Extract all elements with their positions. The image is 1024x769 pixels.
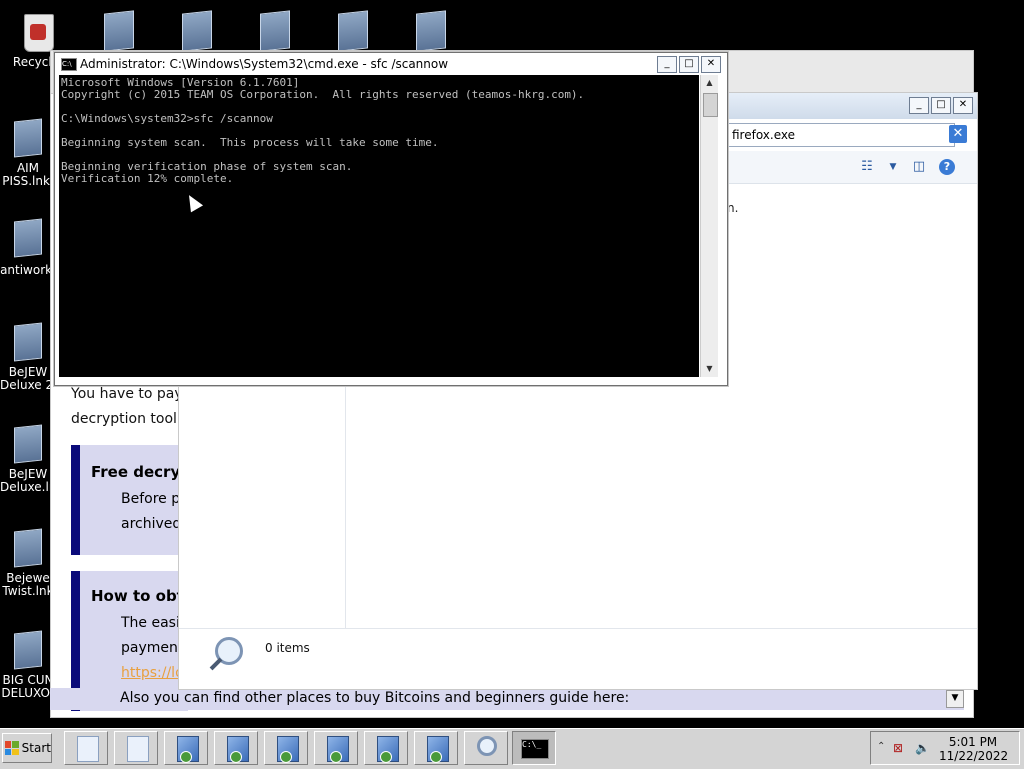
desktop-shortcut-icon[interactable] xyxy=(104,10,134,52)
console-output[interactable]: Microsoft Windows [Version 6.1.7601] Cop… xyxy=(59,75,699,377)
shortcut-icon xyxy=(14,630,42,670)
desktop-icon-aim[interactable]: AIM PISS.lnk. xyxy=(0,118,56,188)
system-tray: ⌃ ⊠ 🔈 5:01 PM 11/22/2022 xyxy=(870,731,1020,765)
desktop-icon-bejeweled-twist[interactable]: Bejewe Twist.lnk xyxy=(0,528,56,598)
search-input[interactable]: firefox.exe xyxy=(727,123,955,147)
installer-icon xyxy=(327,736,349,763)
scroll-down-arrow-icon[interactable]: ▼ xyxy=(701,361,718,377)
desktop-icon-big-cun-deluxo[interactable]: BIG CUN DELUXO( xyxy=(0,630,56,700)
info-block-free-decryption: Free decryp Before pa archived) xyxy=(71,445,188,555)
clear-search-icon[interactable]: ✕ xyxy=(949,125,967,143)
document-icon xyxy=(77,736,99,762)
console-line: C:\Windows\system32>sfc /scannow xyxy=(61,112,273,125)
view-options-icon[interactable]: ☷ xyxy=(859,159,875,175)
search-status-text: n. xyxy=(727,201,739,215)
show-hidden-icons-icon[interactable]: ⌃ xyxy=(877,741,885,752)
clock-date: 11/22/2022 xyxy=(939,749,1009,763)
taskbar-button-document[interactable] xyxy=(114,731,158,765)
installer-icon xyxy=(277,736,299,763)
start-label: Start xyxy=(21,741,51,755)
desktop-icon-label: Deluxe 2. xyxy=(0,379,56,392)
desktop-icon-label: antiwork. xyxy=(0,264,56,277)
recycle-bin-icon[interactable] xyxy=(20,8,56,52)
terminal-icon: C:\_ xyxy=(521,739,549,759)
desktop-icon-label: BIG CUN xyxy=(2,674,54,687)
shortcut-icon xyxy=(14,322,42,362)
console-line: Verification 12% complete. xyxy=(61,172,234,185)
start-button[interactable]: Start xyxy=(2,733,52,763)
cmd-app-icon: C:\ xyxy=(61,58,77,71)
chevron-down-icon[interactable]: ▼ xyxy=(885,159,901,175)
taskbar-button-cmd[interactable]: C:\_ xyxy=(512,731,556,765)
scroll-up-arrow-icon[interactable]: ▲ xyxy=(701,75,718,91)
taskbar-button-installer[interactable] xyxy=(414,731,458,765)
network-disconnected-icon[interactable]: ⊠ xyxy=(893,741,903,755)
desktop-icon-label: Bejewe xyxy=(6,572,50,585)
console-line: Copyright (c) 2015 TEAM OS Corporation. … xyxy=(61,88,585,101)
desktop-shortcut-icon[interactable] xyxy=(338,10,368,52)
minimize-button[interactable]: _ xyxy=(657,56,677,73)
taskbar-button-installer[interactable] xyxy=(264,731,308,765)
taskbar-button-installer[interactable] xyxy=(164,731,208,765)
close-button[interactable]: ✕ xyxy=(953,97,973,114)
installer-icon xyxy=(227,736,249,763)
cmd-window-title: Administrator: C:\Windows\System32\cmd.e… xyxy=(80,57,449,71)
desktop-shortcut-icon[interactable] xyxy=(416,10,446,52)
close-button[interactable]: ✕ xyxy=(701,56,721,73)
preview-pane-icon[interactable]: ◫ xyxy=(911,159,927,175)
block-heading: Free decryp xyxy=(91,463,187,481)
installer-icon xyxy=(377,736,399,763)
page-text-line: You have to pay xyxy=(71,386,179,402)
taskbar-button-installer[interactable] xyxy=(314,731,358,765)
maximize-button[interactable]: □ xyxy=(679,56,699,73)
installer-icon xyxy=(427,736,449,763)
page-bottom-bar: Also you can find other places to buy Bi… xyxy=(50,688,964,710)
scrollbar-thumb[interactable] xyxy=(703,93,718,117)
taskbar-button-document[interactable] xyxy=(64,731,108,765)
clock[interactable]: 5:01 PM 11/22/2022 xyxy=(939,735,1009,763)
volume-icon[interactable]: 🔈 xyxy=(915,741,930,755)
taskbar-button-installer[interactable] xyxy=(214,731,258,765)
block-heading: How to obta xyxy=(91,587,187,605)
desktop-icon-label: AIM xyxy=(16,162,40,175)
desktop-icon-label: Twist.lnk xyxy=(2,585,54,598)
document-icon xyxy=(127,736,149,762)
desktop-shortcut-icon[interactable] xyxy=(182,10,212,52)
desktop-icon-label: PISS.lnk. xyxy=(2,175,54,188)
desktop-icon-label: BeJEW xyxy=(8,366,48,379)
page-text-line: decryption tool th xyxy=(71,411,179,427)
items-count: 0 items xyxy=(265,641,310,655)
scroll-down-arrow-icon[interactable]: ▼ xyxy=(946,690,964,708)
search-icon xyxy=(477,736,497,756)
minimize-button[interactable]: _ xyxy=(909,97,929,114)
desktop-icon-bejeweled-deluxe[interactable]: BeJEW Deluxe.ln xyxy=(0,424,56,494)
page-bottom-text: Also you can find other places to buy Bi… xyxy=(120,690,630,706)
installer-icon xyxy=(177,736,199,763)
taskbar-button-search[interactable] xyxy=(464,731,508,765)
magnifier-icon xyxy=(207,637,243,671)
maximize-button[interactable]: □ xyxy=(931,97,951,114)
shortcut-icon xyxy=(14,424,42,464)
shortcut-icon xyxy=(14,528,42,568)
cmd-titlebar[interactable]: C:\ Administrator: C:\Windows\System32\c… xyxy=(55,53,727,75)
taskbar: Start C:\_ ⌃ ⊠ 🔈 5:01 PM 11/22/2022 xyxy=(0,728,1024,769)
desktop-shortcut-icon[interactable] xyxy=(260,10,290,52)
desktop-icon-label: Deluxe.ln xyxy=(0,481,56,494)
details-pane: 0 items xyxy=(179,628,977,689)
shortcut-icon xyxy=(14,118,42,158)
clock-time: 5:01 PM xyxy=(948,735,998,749)
console-line: Beginning system scan. This process will… xyxy=(61,136,439,149)
windows-flag-icon xyxy=(5,741,19,755)
help-icon[interactable]: ? xyxy=(939,159,955,175)
desktop-icon-bejeweled-deluxe-2[interactable]: BeJEW Deluxe 2. xyxy=(0,322,56,392)
desktop-icon-label: BeJEW xyxy=(8,468,48,481)
cmd-window: C:\ Administrator: C:\Windows\System32\c… xyxy=(54,52,728,386)
desktop-icon-antiwork[interactable]: antiwork. xyxy=(0,218,56,277)
console-scrollbar[interactable]: ▲ ▼ xyxy=(700,75,718,377)
taskbar-button-installer[interactable] xyxy=(364,731,408,765)
desktop-icon-label: DELUXO( xyxy=(1,687,55,700)
shortcut-icon xyxy=(14,218,42,258)
